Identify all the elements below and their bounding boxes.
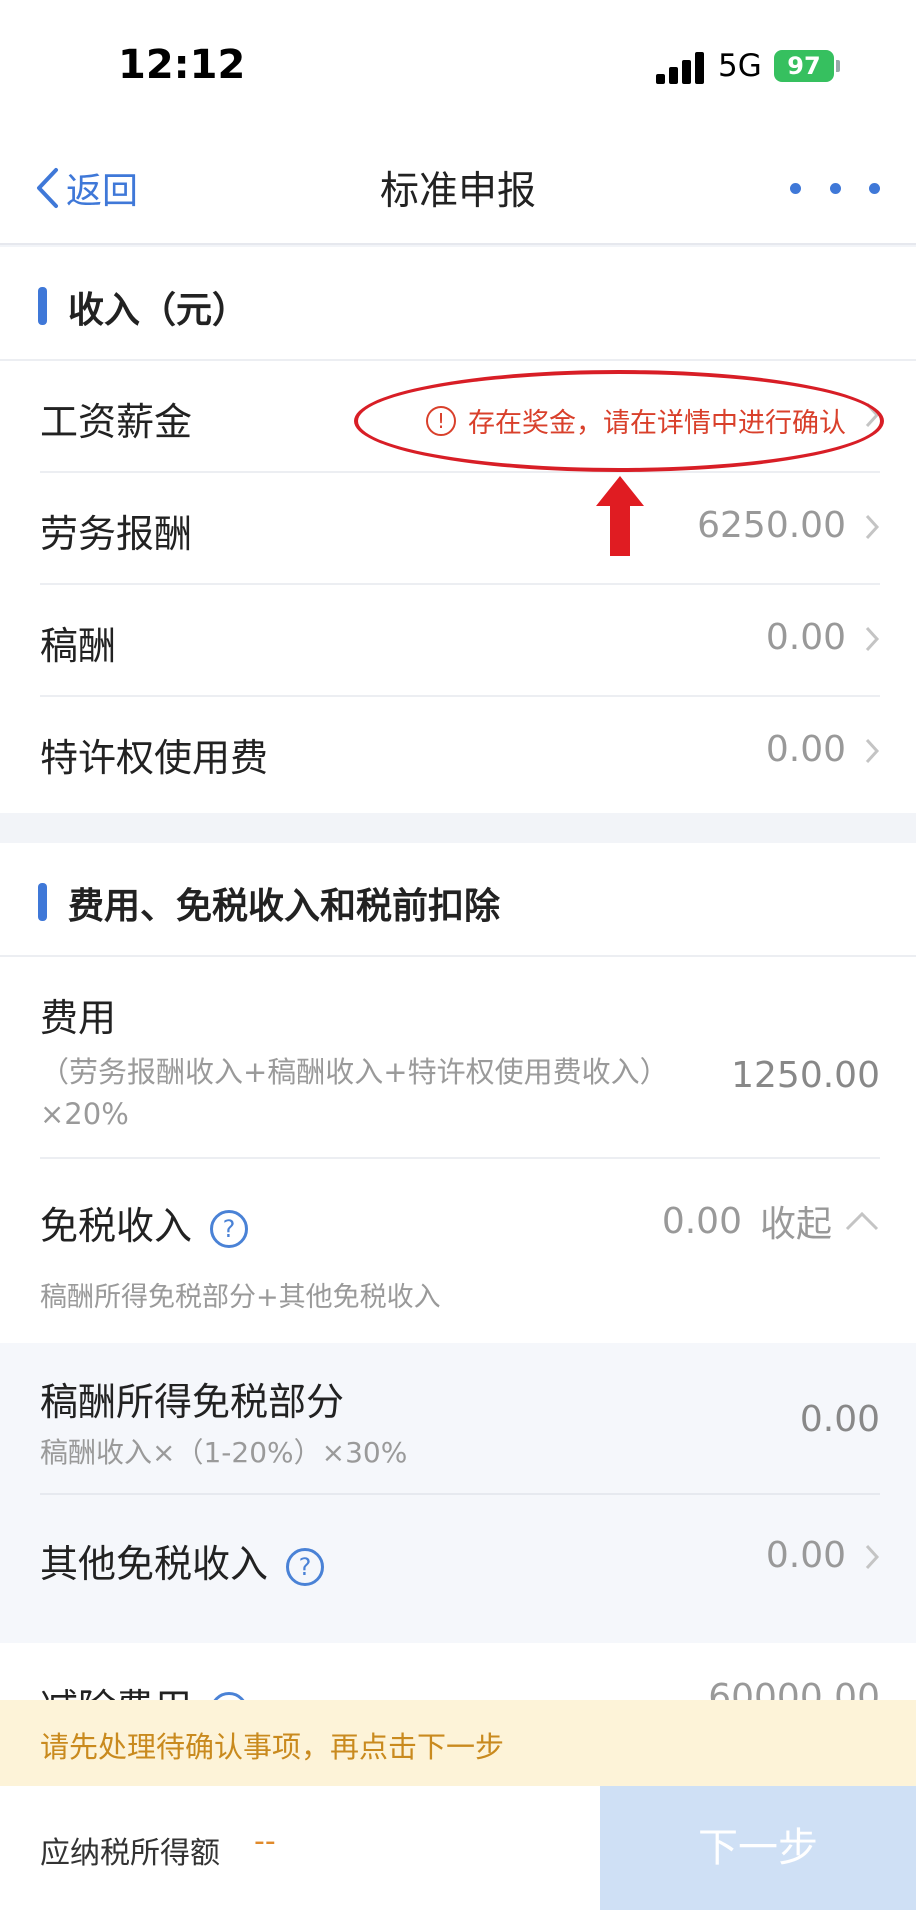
status-time: 12:12: [118, 42, 246, 88]
section-marker: [38, 883, 47, 921]
row-value: 0.00: [661, 1200, 742, 1242]
royalty-formula: 稿酬收入×（1-20%）×30%: [40, 1436, 408, 1469]
chevron-right-icon: [865, 514, 880, 540]
deductions-section-title: 费用、免税收入和税前扣除: [68, 886, 501, 927]
taxable-income-value: --: [254, 1824, 276, 1859]
chevron-up-icon[interactable]: [844, 1210, 880, 1232]
deduction-fee-card: 减除费用? 60000.00: [0, 1643, 916, 1703]
toast-message: 请先处理待确认事项，再点击下一步: [40, 1730, 505, 1764]
home-indicator-area: [0, 1910, 916, 1920]
row-labor[interactable]: 劳务报酬 6250.00: [40, 473, 880, 585]
chevron-left-icon: [37, 168, 58, 208]
row-expense: 费用 （劳务报酬收入+稿酬收入+特许权使用费收入） ×20% 1250.00: [40, 957, 880, 1159]
tax-free-formula: 稿酬所得免税部分+其他免税收入: [40, 1282, 441, 1313]
battery-icon: 97: [774, 50, 834, 82]
chevron-right-icon: [865, 738, 880, 764]
row-deduction-fee[interactable]: 减除费用? 60000.00: [40, 1643, 880, 1703]
network-type: 5G: [718, 48, 762, 84]
row-label: 费用: [40, 996, 117, 1040]
back-button[interactable]: 返回: [34, 160, 138, 216]
next-step-button[interactable]: 下一步: [600, 1786, 916, 1910]
row-other-tax-free[interactable]: 其他免税收入? 0.00: [40, 1495, 880, 1625]
row-value: 0.00: [799, 1399, 880, 1440]
row-value: 0.00: [765, 1535, 846, 1576]
expense-formula: （劳务报酬收入+稿酬收入+特许权使用费收入）: [40, 1055, 669, 1089]
tax-free-value: 0.00 收起: [662, 1195, 880, 1247]
row-royalty[interactable]: 特许权使用费 0.00: [40, 697, 880, 809]
nav-bar: 标准申报 返回: [0, 130, 916, 245]
tax-free-label: 免税收入: [40, 1204, 193, 1248]
chevron-right-icon: [865, 1544, 880, 1570]
row-label: 工资薪金: [40, 400, 193, 444]
section-marker: [38, 287, 47, 325]
battery-tip: [836, 60, 840, 72]
other-tax-free-label: 其他免税收入: [40, 1542, 269, 1586]
pending-toast: 请先处理待确认事项，再点击下一步: [0, 1700, 916, 1786]
income-section-header: 收入（元）: [0, 247, 916, 361]
row-label: 稿酬所得免税部分: [40, 1380, 345, 1424]
deductions-card: 费用、免税收入和税前扣除 费用 （劳务报酬收入+稿酬收入+特许权使用费收入） ×…: [0, 843, 916, 1343]
row-label: 其他免税收入?: [40, 1533, 325, 1588]
bottom-bar: 应纳税所得额 -- 下一步: [0, 1786, 916, 1910]
back-label: 返回: [66, 171, 139, 212]
row-label: 劳务报酬: [40, 512, 193, 556]
signal-icon: [656, 52, 706, 84]
chevron-right-icon: [865, 626, 880, 652]
annotation-arrow-icon: [596, 476, 644, 556]
row-label: 免税收入?: [40, 1195, 249, 1250]
annotation-ellipse: [354, 370, 884, 472]
collapse-toggle[interactable]: 收起: [760, 1195, 832, 1247]
expense-formula-suffix: ×20%: [40, 1097, 129, 1131]
row-value: 1250.00: [731, 1055, 880, 1096]
help-icon[interactable]: ?: [286, 1547, 325, 1586]
deductions-section-header: 费用、免税收入和税前扣除: [0, 843, 916, 957]
row-tax-free[interactable]: 免税收入? 0.00 收起 稿酬所得免税部分+其他免税收入: [40, 1161, 880, 1343]
status-bar: 12:12 5G 97: [0, 0, 916, 130]
battery-level: 97: [787, 52, 821, 80]
income-card: 收入（元） 工资薪金 ! 存在奖金，请在详情中进行确认 劳务报酬 6250.00…: [0, 247, 916, 813]
row-label: 特许权使用费: [40, 736, 269, 780]
income-section-title: 收入（元）: [68, 290, 249, 331]
more-icon[interactable]: [790, 177, 880, 199]
row-label: 稿酬: [40, 624, 117, 668]
row-manuscript[interactable]: 稿酬 0.00: [40, 585, 880, 697]
row-value: 0.00: [765, 729, 846, 770]
row-royalty-tax-free: 稿酬所得免税部分 稿酬收入×（1-20%）×30% 0.00: [40, 1343, 880, 1495]
row-value: 0.00: [765, 617, 846, 658]
tax-free-details: 稿酬所得免税部分 稿酬收入×（1-20%）×30% 0.00 其他免税收入? 0…: [0, 1343, 916, 1643]
row-value: 6250.00: [697, 505, 846, 546]
taxable-income-label: 应纳税所得额: [40, 1836, 220, 1871]
help-icon[interactable]: ?: [210, 1209, 249, 1248]
